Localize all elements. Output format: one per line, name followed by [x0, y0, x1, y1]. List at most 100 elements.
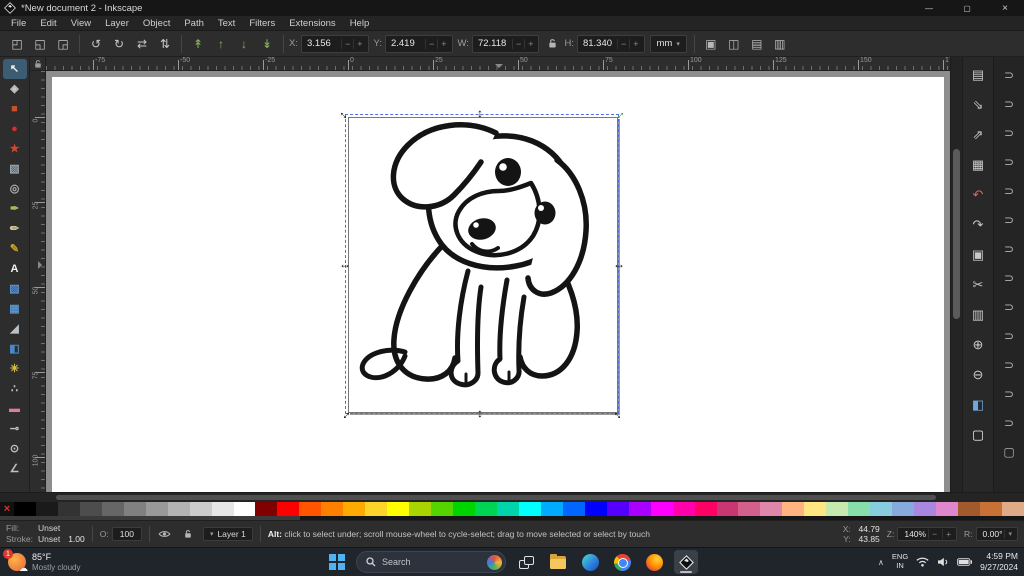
menu-item[interactable]: Object	[136, 18, 177, 29]
chrome-button[interactable]	[610, 550, 634, 574]
tool-button[interactable]: ●	[3, 119, 27, 139]
decrement-button[interactable]: −	[341, 39, 353, 49]
tool-button[interactable]: ◎	[3, 179, 27, 199]
coordinate-field[interactable]: 81.340 − +	[577, 35, 645, 53]
color-swatch[interactable]	[58, 502, 80, 516]
color-swatch[interactable]	[585, 502, 607, 516]
weather-widget[interactable]: 1 ☁ 85°F Mostly cloudy	[8, 548, 80, 576]
volume-icon[interactable]	[937, 557, 949, 567]
toolbar-icon[interactable]: ↑	[210, 34, 232, 54]
vertical-ruler[interactable]: 0255075100	[30, 71, 46, 492]
scale-handle-left[interactable]: ↔	[338, 257, 352, 271]
command-button[interactable]: ◧	[966, 390, 990, 420]
wifi-icon[interactable]	[916, 557, 929, 567]
toolbar-icon[interactable]: ↻	[108, 34, 130, 54]
command-button[interactable]: ⇘	[966, 90, 990, 120]
snap-toggle[interactable]: ▢	[997, 437, 1021, 466]
command-button[interactable]: ↷	[966, 210, 990, 240]
maximize-button[interactable]: ▢	[948, 0, 986, 16]
color-swatch[interactable]	[190, 502, 212, 516]
snap-toggle[interactable]: ⊃	[997, 147, 1021, 176]
canvas[interactable]: ↔ ↔ ↔ ↔ ↔ ↔ ↔ ↔	[46, 71, 950, 492]
color-swatch[interactable]	[102, 502, 124, 516]
toolbar-icon[interactable]: ↟	[187, 34, 209, 54]
snap-toggle[interactable]: ⊃	[997, 118, 1021, 147]
toolbar-icon[interactable]: ◰	[6, 34, 28, 54]
color-swatch[interactable]	[146, 502, 168, 516]
snap-toggle[interactable]: ⊃	[997, 263, 1021, 292]
color-swatch[interactable]	[936, 502, 958, 516]
tool-button[interactable]: ▧	[3, 279, 27, 299]
color-swatch[interactable]	[1002, 502, 1024, 516]
toolbar-toggle[interactable]: ▤	[746, 34, 768, 54]
color-swatch[interactable]	[343, 502, 365, 516]
tool-button[interactable]: ✏	[3, 219, 27, 239]
menu-item[interactable]: Layer	[98, 18, 136, 29]
command-button[interactable]: ▦	[966, 150, 990, 180]
command-button[interactable]: ⊕	[966, 330, 990, 360]
command-button[interactable]: ▣	[966, 240, 990, 270]
tool-button[interactable]: ⊙	[3, 439, 27, 459]
tool-button[interactable]: ◧	[3, 339, 27, 359]
command-button[interactable]: ⇗	[966, 120, 990, 150]
color-swatch[interactable]	[14, 502, 36, 516]
color-swatch[interactable]	[212, 502, 234, 516]
layer-lock-toggle[interactable]	[180, 529, 196, 539]
color-swatch[interactable]	[409, 502, 431, 516]
color-swatch[interactable]	[892, 502, 914, 516]
close-button[interactable]: ×	[986, 0, 1024, 16]
color-swatch[interactable]	[673, 502, 695, 516]
tool-button[interactable]: ✒	[3, 199, 27, 219]
unit-selector[interactable]: mm ▾	[650, 35, 687, 53]
scale-handle-bottom[interactable]: ↔	[475, 407, 489, 421]
color-swatch[interactable]	[168, 502, 190, 516]
command-button[interactable]: ↶	[966, 180, 990, 210]
menu-item[interactable]: Text	[211, 18, 242, 29]
tool-button[interactable]: ✎	[3, 239, 27, 259]
increment-button[interactable]: +	[524, 39, 536, 49]
decrement-button[interactable]: −	[425, 39, 437, 49]
color-swatch[interactable]	[519, 502, 541, 516]
zoom-decrement[interactable]: −	[928, 529, 940, 539]
color-swatch[interactable]	[760, 502, 782, 516]
command-button[interactable]: ✂	[966, 270, 990, 300]
scale-handle-top[interactable]: ↔	[475, 107, 489, 121]
inkscape-taskbar-button[interactable]	[674, 550, 698, 574]
clock[interactable]: 4:59 PM 9/27/2024	[980, 551, 1018, 572]
scrollbar-thumb[interactable]	[56, 495, 936, 500]
color-swatch[interactable]	[980, 502, 1002, 516]
toolbar-toggle[interactable]: ▣	[700, 34, 722, 54]
rotation-field[interactable]: 0.00° ▾	[976, 527, 1018, 541]
color-swatch[interactable]	[80, 502, 102, 516]
command-button[interactable]: ▥	[966, 300, 990, 330]
menu-item[interactable]: Filters	[242, 18, 282, 29]
layer-visibility-toggle[interactable]	[157, 530, 173, 538]
color-swatch[interactable]	[36, 502, 58, 516]
tool-button[interactable]: ▧	[3, 159, 27, 179]
toolbar-toggle[interactable]: ◫	[723, 34, 745, 54]
start-button[interactable]	[326, 551, 348, 573]
tool-button[interactable]: ▦	[3, 299, 27, 319]
color-swatch[interactable]	[914, 502, 936, 516]
color-swatch[interactable]	[826, 502, 848, 516]
no-color-swatch[interactable]: ×	[0, 502, 14, 516]
color-swatch[interactable]	[299, 502, 321, 516]
horizontal-scrollbar[interactable]	[46, 493, 950, 502]
snap-toggle[interactable]: ⊃	[997, 176, 1021, 205]
tool-button[interactable]: A	[3, 259, 27, 279]
color-swatch[interactable]	[651, 502, 673, 516]
opacity-field[interactable]: 100	[112, 527, 142, 541]
snap-toggle[interactable]: ⊃	[997, 321, 1021, 350]
increment-button[interactable]: +	[629, 39, 641, 49]
color-swatch[interactable]	[738, 502, 760, 516]
tool-button[interactable]: ∴	[3, 379, 27, 399]
color-swatch[interactable]	[255, 502, 277, 516]
tool-button[interactable]: ∠	[3, 459, 27, 479]
color-swatch[interactable]	[497, 502, 519, 516]
color-swatch[interactable]	[541, 502, 563, 516]
toolbar-toggle[interactable]: ▥	[769, 34, 791, 54]
zoom-field[interactable]: 140% − +	[897, 527, 957, 541]
color-swatch[interactable]	[124, 502, 146, 516]
coordinate-field[interactable]: 72.118 − +	[472, 35, 540, 53]
color-swatch[interactable]	[277, 502, 299, 516]
